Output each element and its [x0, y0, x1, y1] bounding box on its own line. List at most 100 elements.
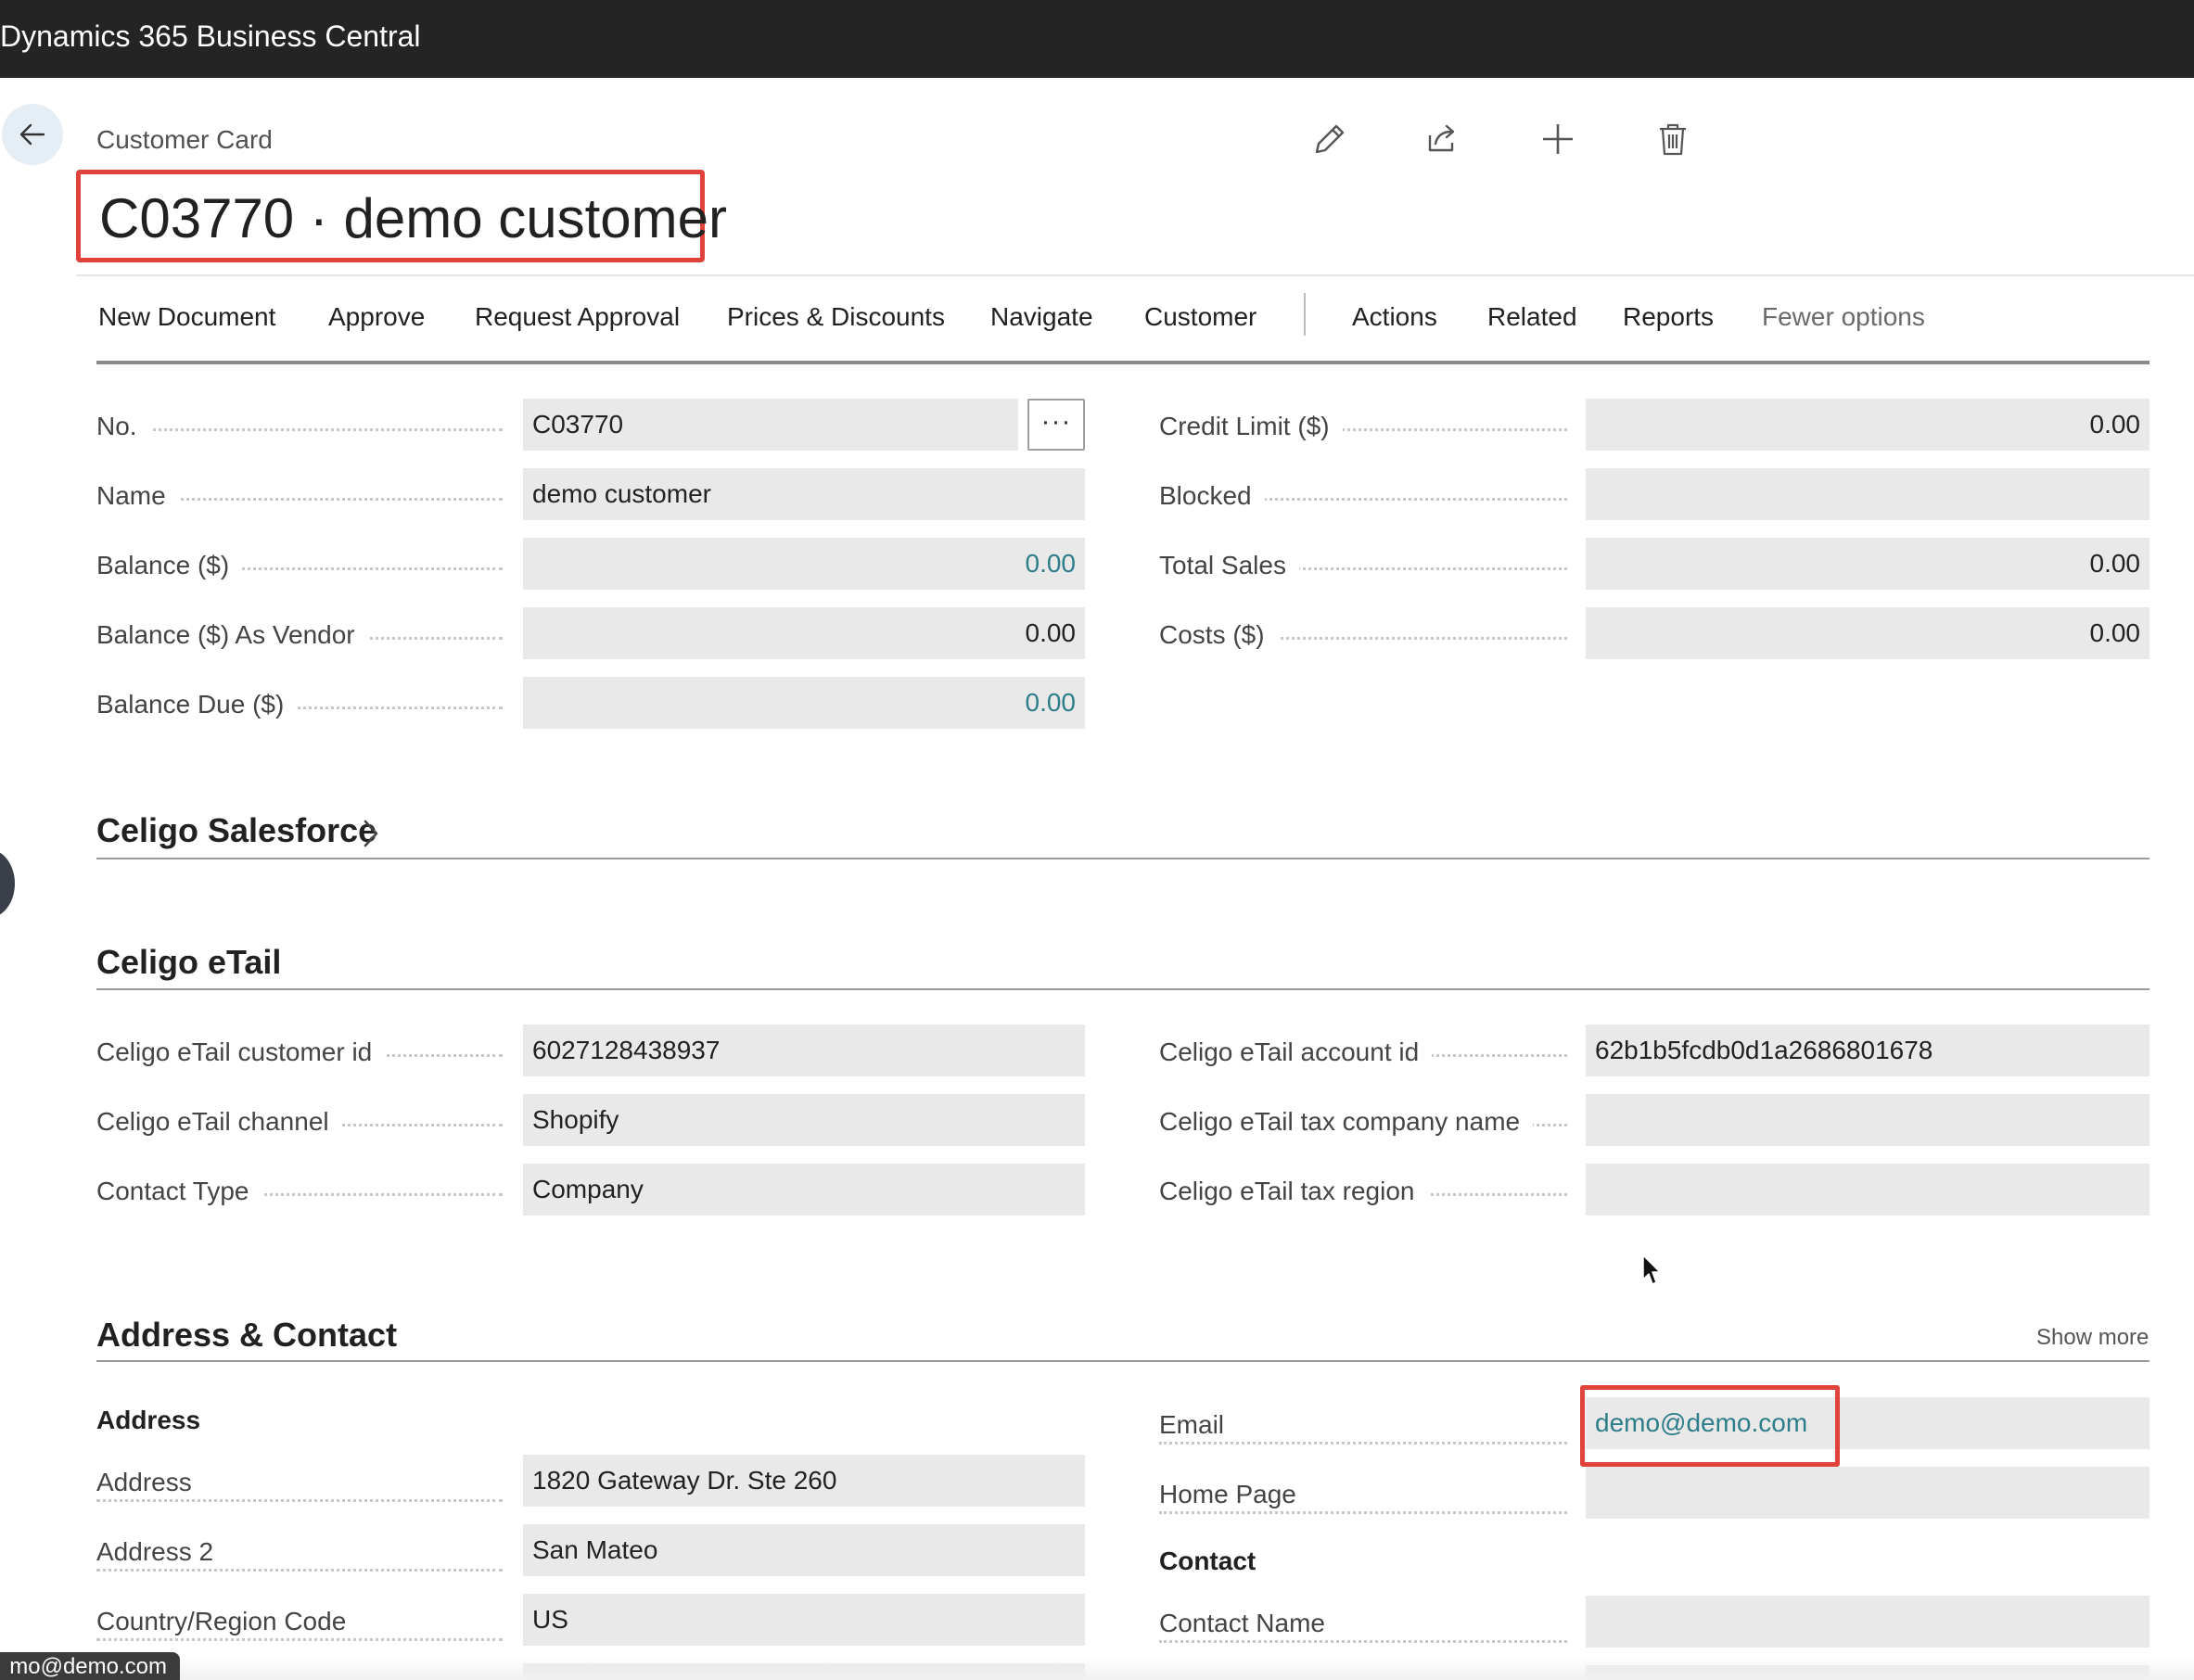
address-2-value: San Mateo [532, 1535, 658, 1564]
field-leader-dots [96, 1499, 503, 1502]
contact-name-field[interactable] [1586, 1596, 2149, 1648]
app-topbar: Dynamics 365 Business Central [0, 0, 2194, 78]
side-panel-handle[interactable] [0, 849, 15, 918]
field-label-balance: Balance ($) [96, 549, 243, 582]
section-divider [96, 1360, 2149, 1362]
field-label-name: Name [96, 479, 179, 513]
costs-value: 0.00 [2089, 618, 2141, 647]
balance-due-field[interactable]: 0.00 [523, 677, 1085, 729]
contact-type-select[interactable]: Company [523, 1164, 1085, 1215]
etail-customer-id-value: 6027128438937 [532, 1036, 721, 1064]
field-leader-dots [96, 428, 503, 431]
etail-channel-value: Shopify [532, 1105, 619, 1134]
balance-due-value-link[interactable]: 0.00 [1026, 686, 1077, 719]
name-value: demo customer [532, 479, 711, 508]
section-title-celigo-etail[interactable]: Celigo eTail [96, 942, 281, 983]
etail-channel-field[interactable]: Shopify [523, 1094, 1085, 1146]
field-label-total-sales: Total Sales [1159, 549, 1299, 582]
field-leader-dots [96, 1638, 503, 1641]
balance-as-vendor-field[interactable]: 0.00 [523, 607, 1085, 659]
section-divider [96, 988, 2149, 990]
action-customer[interactable]: Customer [1144, 299, 1256, 336]
page-title: C03770 · demo customer [99, 187, 727, 249]
share-icon [1428, 124, 1455, 152]
blocked-select[interactable] [1586, 468, 2149, 520]
arrow-left-icon [19, 123, 45, 146]
link-status-text: mo@demo.com [9, 1654, 167, 1679]
action-prices-discounts[interactable]: Prices & Discounts [727, 299, 945, 336]
action-reports[interactable]: Reports [1623, 299, 1714, 336]
header-divider [76, 274, 2194, 276]
bottom-fade [0, 1656, 2194, 1680]
field-label-credit-limit: Credit Limit ($) [1159, 410, 1343, 443]
field-label-blocked: Blocked [1159, 479, 1265, 513]
balance-field[interactable]: 0.00 [523, 538, 1085, 590]
credit-limit-field[interactable]: 0.00 [1586, 399, 2149, 451]
etail-tax-region-field[interactable] [1586, 1164, 2149, 1215]
no-assist-button[interactable]: ··· [1027, 399, 1085, 451]
delete-icon [1660, 123, 1686, 156]
field-label-etail-channel: Celigo eTail channel [96, 1105, 342, 1139]
field-label-balance-as-vendor: Balance ($) As Vendor [96, 618, 368, 652]
action-actions[interactable]: Actions [1352, 299, 1437, 336]
home-page-field[interactable] [1586, 1467, 2149, 1519]
edit-icon [1315, 124, 1345, 154]
show-more-link[interactable]: Show more [2036, 1324, 2149, 1352]
total-sales-value: 0.00 [2089, 549, 2141, 578]
etail-account-id-field[interactable]: 62b1b5fcdb0d1a2686801678 [1586, 1025, 2149, 1076]
field-leader-dots [96, 1569, 503, 1572]
field-leader-dots [1159, 1442, 1567, 1445]
address-value: 1820 Gateway Dr. Ste 260 [532, 1466, 837, 1495]
chevron-right-icon[interactable] [360, 818, 382, 849]
etail-tax-company-name-field[interactable] [1586, 1094, 2149, 1146]
mouse-cursor-icon [1642, 1254, 1661, 1285]
new-button[interactable] [1537, 119, 1578, 159]
contact-type-value: Company [532, 1175, 644, 1203]
group-title-address: Address [96, 1406, 201, 1434]
etail-account-id-value: 62b1b5fcdb0d1a2686801678 [1595, 1036, 1933, 1064]
country-region-code-value: US [532, 1605, 568, 1634]
add-icon [1543, 124, 1573, 154]
fewer-options-toggle[interactable]: Fewer options [1762, 299, 1925, 336]
group-title-contact: Contact [1159, 1546, 1256, 1575]
address-2-field[interactable]: San Mateo [523, 1524, 1085, 1576]
delete-button[interactable] [1652, 119, 1693, 159]
field-label-etail-tax-company-name: Celigo eTail tax company name [1159, 1105, 1534, 1139]
field-label-balance-due: Balance Due ($) [96, 688, 298, 721]
country-region-code-field[interactable]: US [523, 1594, 1085, 1646]
action-bar-underline [96, 361, 2149, 364]
edit-button[interactable] [1309, 119, 1350, 159]
name-field[interactable]: demo customer [523, 468, 1085, 520]
field-label-home-page: Home Page [1159, 1478, 1309, 1511]
action-related[interactable]: Related [1487, 299, 1577, 336]
balance-value-link[interactable]: 0.00 [1026, 547, 1077, 580]
action-separator [1304, 293, 1306, 336]
action-approve[interactable]: Approve [328, 299, 425, 336]
costs-field[interactable]: 0.00 [1586, 607, 2149, 659]
field-leader-dots [1159, 1511, 1567, 1514]
email-highlight-box [1580, 1385, 1840, 1467]
etail-customer-id-field[interactable]: 6027128438937 [523, 1025, 1085, 1076]
more-icon: ··· [1040, 406, 1072, 437]
field-label-address: Address [96, 1466, 205, 1499]
link-status-tooltip: mo@demo.com [0, 1652, 180, 1680]
address-field[interactable]: 1820 Gateway Dr. Ste 260 [523, 1455, 1085, 1507]
action-new-document[interactable]: New Document [98, 299, 275, 336]
field-label-address-2: Address 2 [96, 1535, 227, 1569]
field-label-contact-type: Contact Type [96, 1175, 262, 1208]
action-navigate[interactable]: Navigate [990, 299, 1093, 336]
field-label-email: Email [1159, 1408, 1238, 1442]
no-value: C03770 [532, 410, 624, 439]
field-label-etail-tax-region: Celigo eTail tax region [1159, 1175, 1428, 1208]
field-label-no: No. [96, 410, 150, 443]
app-title[interactable]: Dynamics 365 Business Central [0, 18, 421, 55]
section-title-address-contact[interactable]: Address & Contact [96, 1315, 397, 1355]
action-request-approval[interactable]: Request Approval [475, 299, 680, 336]
back-button[interactable] [2, 104, 63, 165]
field-label-costs: Costs ($) [1159, 618, 1278, 652]
no-field[interactable]: C03770 [523, 399, 1018, 451]
share-button[interactable] [1422, 119, 1463, 159]
page-caption: Customer Card [96, 125, 273, 154]
section-title-celigo-salesforce[interactable]: Celigo Salesforce [96, 810, 376, 851]
total-sales-field[interactable]: 0.00 [1586, 538, 2149, 590]
